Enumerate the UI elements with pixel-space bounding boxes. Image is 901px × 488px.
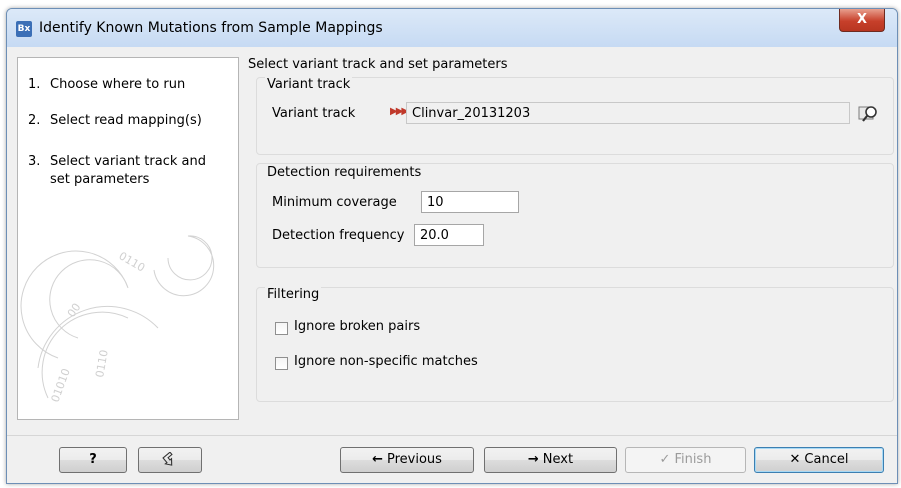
step-label: Select read mapping(s) [50, 113, 202, 128]
variant-track-label: Variant track [272, 106, 356, 121]
variant-track-field[interactable]: Clinvar_20131203 [406, 102, 850, 124]
arrow-right-icon: → [527, 452, 539, 467]
detection-frequency-input[interactable]: 20.0 [414, 224, 484, 246]
finish-button[interactable]: ✓ Finish [625, 447, 746, 473]
ignore-broken-pairs-label: Ignore broken pairs [294, 319, 421, 334]
help-button[interactable]: ? [59, 447, 127, 473]
next-button[interactable]: → Next [484, 447, 617, 473]
panel-heading: Select variant track and set parameters [248, 57, 508, 72]
ignore-broken-pairs-checkbox[interactable] [275, 322, 288, 335]
step-2: 2. Select read mapping(s) [28, 112, 202, 130]
reset-icon [162, 450, 173, 466]
step-number: 2. [28, 113, 41, 128]
detection-frequency-label: Detection frequency [272, 228, 405, 243]
parameters-panel: Select variant track and set parameters … [248, 57, 896, 432]
svg-text:00: 00 [65, 301, 84, 320]
cancel-label: Cancel [804, 452, 849, 467]
dialog-window: Bx Identify Known Mutations from Sample … [6, 8, 898, 484]
group-title: Variant track [265, 77, 353, 92]
step-number: 1. [28, 77, 41, 92]
cancel-button[interactable]: ✕ Cancel [754, 447, 884, 473]
svg-text:0110: 0110 [93, 349, 111, 379]
step-number: 3. [28, 154, 41, 169]
filtering-group: Filtering Ignore broken pairs Ignore non… [256, 287, 894, 402]
step-label: Select variant track and set parameters [50, 154, 206, 187]
close-button[interactable]: X [839, 9, 885, 32]
svg-text:0110: 0110 [117, 249, 148, 274]
previous-button[interactable]: ← Previous [340, 447, 474, 473]
dialog-footer: ? ← Previous → Next ✓ Finish ✕ Cancel [7, 435, 897, 483]
detection-requirements-group: Detection requirements Minimum coverage … [256, 163, 894, 268]
cancel-x-icon: ✕ [789, 452, 801, 467]
app-icon: Bx [16, 21, 32, 37]
browse-search-icon[interactable] [857, 101, 881, 125]
spiral-decoration-icon: 0110 00 01010 0110 [20, 235, 215, 404]
minimum-coverage-input[interactable]: 10 [421, 191, 519, 213]
ignore-non-specific-matches-label: Ignore non-specific matches [294, 354, 478, 369]
finish-label: Finish [674, 452, 712, 467]
arrow-left-icon: ← [372, 452, 383, 467]
step-1: 1. Choose where to run [28, 76, 185, 94]
step-3-current: 3. Select variant track and set parameter… [28, 153, 220, 189]
previous-label: Previous [386, 452, 442, 467]
group-title: Filtering [265, 287, 322, 302]
minimum-coverage-label: Minimum coverage [272, 195, 397, 210]
group-title: Detection requirements [265, 165, 424, 180]
svg-text:01010: 01010 [49, 367, 73, 404]
dialog-content: 1. Choose where to run 2. Select read mapp… [7, 47, 897, 483]
variant-track-group: Variant track Variant track ▶▶▶▪ Clinvar… [256, 77, 894, 155]
reset-button[interactable] [138, 447, 202, 473]
checkmark-icon: ✓ [659, 452, 671, 467]
window-title: Identify Known Mutations from Sample Map… [39, 20, 383, 36]
step-label: Choose where to run [50, 77, 186, 92]
next-label: Next [542, 452, 574, 467]
title-bar: Bx Identify Known Mutations from Sample … [7, 9, 897, 47]
ignore-non-specific-matches-checkbox[interactable] [275, 357, 288, 370]
steps-sidebar: 1. Choose where to run 2. Select read mapp… [17, 57, 239, 420]
